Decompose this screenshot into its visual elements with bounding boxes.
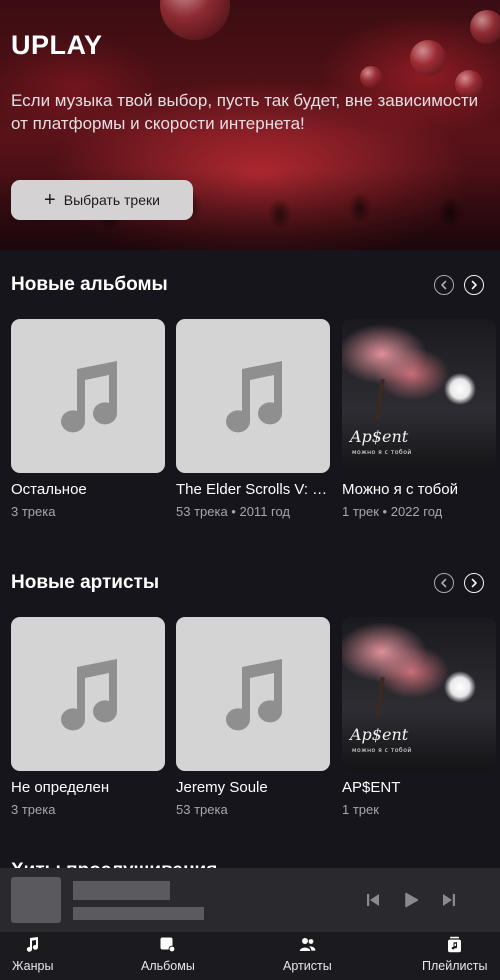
albums-prev-button[interactable] <box>434 275 454 295</box>
cover-art-text: Ap$ent <box>350 427 409 446</box>
artist-meta: 53 трека <box>176 802 228 817</box>
album-meta: 53 трека • 2011 год <box>176 504 291 519</box>
cover-art-text: Ap$ent <box>350 725 409 744</box>
music-note-icon <box>226 361 283 433</box>
artist-name: Не определен <box>11 779 110 796</box>
now-playing-title-placeholder <box>73 881 170 900</box>
disco-ball-decoration <box>360 66 382 88</box>
playlist-icon <box>448 936 462 953</box>
artist-name: Jeremy Soule <box>176 779 268 796</box>
disco-ball-decoration <box>160 0 230 40</box>
previous-track-button[interactable] <box>365 892 381 908</box>
artists-prev-button[interactable] <box>434 573 454 593</box>
disco-ball-decoration <box>470 10 500 44</box>
play-button[interactable] <box>403 892 419 908</box>
hero-subtitle: Если музыка твой выбор, пусть так будет,… <box>11 91 479 133</box>
pick-tracks-label: Выбрать треки <box>63 192 160 208</box>
chevron-left-icon <box>441 578 447 588</box>
album-card[interactable]: The Elder Scrolls V: … 53 трека • 2011 г… <box>176 319 330 519</box>
album-cover <box>176 319 330 473</box>
skip-forward-icon <box>443 894 455 906</box>
album-card[interactable]: Ap$ent можно я с тобой Можно я с тобой 1… <box>342 319 496 519</box>
artist-card[interactable]: Не определен 3 трека <box>11 617 165 817</box>
album-title: Остальное <box>11 481 87 498</box>
music-note-icon <box>61 361 118 433</box>
app-title: UPLAY <box>11 30 103 60</box>
now-playing-artist-placeholder <box>73 907 204 920</box>
album-card[interactable]: Остальное 3 трека <box>11 319 165 519</box>
tab-label: Жанры <box>12 959 54 973</box>
mini-player[interactable] <box>0 868 500 931</box>
album-art-cover: Ap$ent можно я с тобой <box>342 319 496 473</box>
artist-card[interactable]: Ap$ent можно я с тобой AP$ENT 1 трек <box>342 617 496 817</box>
album-icon <box>160 937 176 953</box>
artists-next-button[interactable] <box>464 573 484 593</box>
albums-section-title: Новые альбомы <box>11 274 168 295</box>
artists-nav <box>434 573 484 593</box>
artist-cover <box>11 617 165 771</box>
cover-art-subtext: можно я с тобой <box>352 449 412 456</box>
album-title: Можно я с тобой <box>342 481 458 498</box>
play-icon <box>405 892 419 908</box>
tree-decoration <box>375 378 385 420</box>
cover-art-subtext: можно я с тобой <box>352 747 412 754</box>
tab-label: Артисты <box>283 959 332 973</box>
skip-back-icon <box>367 894 379 906</box>
hero-banner: UPLAY Если музыка твой выбор, пусть так … <box>0 0 500 250</box>
album-meta: 1 трек • 2022 год <box>342 504 443 519</box>
plus-icon: + <box>44 189 56 211</box>
bottom-tab-bar: Жанры Альбомы Артисты Плейлисты <box>0 931 500 980</box>
music-note-icon <box>61 659 118 731</box>
artist-meta: 1 трек <box>342 802 379 817</box>
tab-label: Альбомы <box>141 959 195 973</box>
music-note-icon <box>226 659 283 731</box>
artist-card[interactable]: Jeremy Soule 53 трека <box>176 617 330 817</box>
albums-next-button[interactable] <box>464 275 484 295</box>
tab-genres[interactable]: Жанры <box>12 936 53 973</box>
tab-albums[interactable]: Альбомы <box>141 936 195 973</box>
now-playing-cover <box>11 877 61 923</box>
artists-section-title: Новые артисты <box>11 572 160 593</box>
music-note-icon <box>27 937 39 952</box>
tab-label: Плейлисты <box>422 959 488 973</box>
artist-meta: 3 трека <box>11 802 56 817</box>
pick-tracks-button[interactable]: + Выбрать треки <box>11 180 193 220</box>
chevron-left-icon <box>441 280 447 290</box>
tree-decoration <box>375 676 385 718</box>
users-icon <box>299 938 316 951</box>
disco-ball-decoration <box>410 40 446 76</box>
artist-cover <box>176 617 330 771</box>
chevron-right-icon <box>471 280 477 290</box>
tab-playlists[interactable]: Плейлисты <box>422 936 487 973</box>
next-track-button[interactable] <box>441 892 457 908</box>
album-meta: 3 трека <box>11 504 56 519</box>
artist-name: AP$ENT <box>342 779 401 796</box>
album-title: The Elder Scrolls V: … <box>176 481 328 498</box>
artist-art-cover: Ap$ent можно я с тобой <box>342 617 496 771</box>
albums-nav <box>434 275 484 295</box>
album-cover <box>11 319 165 473</box>
tab-artists[interactable]: Артисты <box>283 936 332 973</box>
chevron-right-icon <box>471 578 477 588</box>
